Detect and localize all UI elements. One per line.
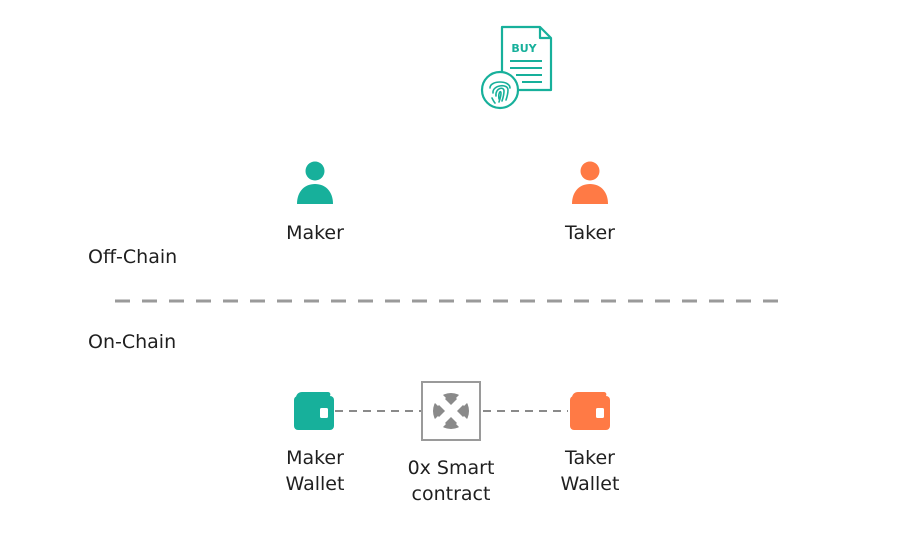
smart-contract-label: 0x Smart contract: [407, 457, 495, 505]
taker-wallet-icon-wrap: [568, 388, 612, 432]
order-type-text: BUY: [511, 42, 537, 55]
wallet-icon: [294, 392, 334, 430]
person-icon: [297, 161, 333, 204]
maker-person-icon-wrap: [295, 161, 335, 205]
maker-contract-connector: [335, 404, 421, 418]
off-chain-label: Off-Chain: [88, 246, 178, 268]
order-document: BUY: [478, 24, 554, 110]
maker-wallet-icon-wrap: [292, 388, 336, 432]
taker-label: Taker: [565, 222, 615, 244]
0x-logo-icon: [433, 393, 469, 429]
chain-divider: [115, 293, 787, 309]
on-chain-label: On-Chain: [88, 331, 177, 353]
taker-person-icon-wrap: [570, 161, 610, 205]
wallet-icon: [570, 392, 610, 430]
contract-taker-connector: [483, 404, 568, 418]
person-icon: [572, 161, 608, 204]
smart-contract-box: [421, 381, 481, 441]
order-document-fingerprint-icon: BUY: [480, 25, 553, 110]
maker-wallet-label: Maker Wallet: [285, 447, 345, 495]
maker-label: Maker: [286, 222, 344, 244]
taker-wallet-label: Taker Wallet: [560, 447, 620, 495]
